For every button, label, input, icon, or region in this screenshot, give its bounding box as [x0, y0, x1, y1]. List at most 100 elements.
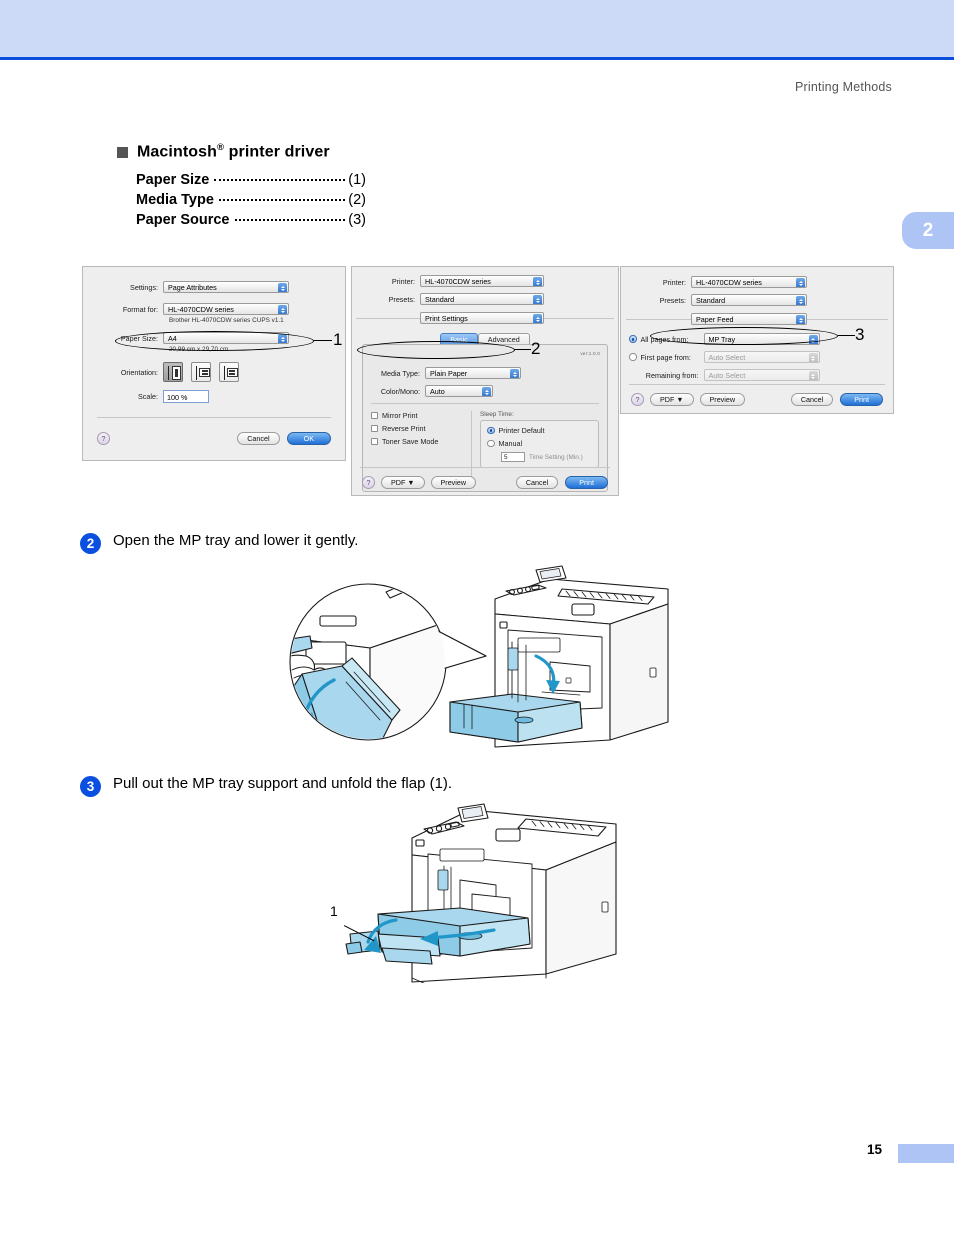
stepper-arrows-icon[interactable] [482, 387, 491, 396]
step-instruction-text: Pull out the MP tray support and unfold … [113, 775, 453, 792]
stepper-arrows-icon[interactable] [796, 296, 805, 305]
stepper-arrows-icon[interactable] [278, 334, 287, 343]
illustration-open-mp-tray [250, 552, 670, 777]
stepper-arrows-icon[interactable] [796, 315, 805, 324]
paper-feed-dialog[interactable]: Printer: HL-4070CDW series Presets: Stan… [620, 266, 894, 414]
all-pages-radio-icon[interactable] [629, 335, 637, 343]
step-number-badge: 2 [80, 533, 101, 554]
stepper-arrows-icon[interactable] [808, 335, 818, 344]
orientation-landscape-left-button[interactable] [219, 362, 239, 382]
pane-selector-row: Paper Feed [621, 312, 893, 326]
media-type-value: Plain Paper [430, 369, 468, 378]
dialog-footer: ? PDF ▼ Preview Cancel Print [631, 393, 883, 406]
panel-divider [371, 403, 599, 404]
printer-dropdown[interactable]: HL-4070CDW series [420, 275, 544, 287]
option-number: (1) [348, 172, 366, 188]
settings-dropdown[interactable]: Page Attributes [163, 281, 289, 293]
pane-selector-row: Print Settings [352, 311, 618, 325]
radio-icon[interactable] [487, 439, 495, 448]
presets-value: Standard [696, 296, 726, 305]
stepper-arrows-icon[interactable] [278, 305, 287, 314]
stepper-arrows-icon[interactable] [533, 295, 542, 304]
presets-dropdown[interactable]: Standard [691, 294, 807, 306]
heading-rest: printer driver [224, 143, 330, 161]
orientation-portrait-button[interactable] [163, 362, 183, 382]
mirror-print-checkbox[interactable]: Mirror Print [371, 411, 469, 420]
first-page-row: First page from: Auto Select [629, 351, 879, 363]
callout-number-illus: 1 [330, 903, 338, 919]
section-heading: Macintosh® printer driver [117, 142, 330, 161]
scale-row: Scale: 100 % [89, 390, 327, 403]
cancel-button[interactable]: Cancel [237, 432, 280, 445]
pane-value: Print Settings [425, 314, 468, 323]
all-pages-value: MP Tray [708, 335, 736, 344]
checkbox-icon[interactable] [371, 438, 378, 445]
page-number: 15 [866, 1142, 882, 1157]
time-setting-input[interactable]: 5 [501, 452, 525, 462]
page-attributes-dialog[interactable]: Settings: Page Attributes Format for: HL… [82, 266, 346, 461]
dot-leader [218, 199, 346, 201]
format-for-value: HL-4070CDW series [168, 305, 234, 314]
pane-dropdown[interactable]: Paper Feed [691, 313, 807, 325]
stepper-arrows-icon[interactable] [510, 369, 519, 378]
color-mono-dropdown[interactable]: Auto [425, 385, 493, 397]
format-for-dropdown[interactable]: HL-4070CDW series [163, 303, 289, 315]
list-item: Paper Size (1) [136, 172, 366, 188]
print-button[interactable]: Print [840, 393, 883, 406]
dialog-footer: ? Cancel OK [97, 432, 331, 445]
pdf-button[interactable]: PDF ▼ [381, 476, 425, 489]
preview-button[interactable]: Preview [430, 476, 477, 489]
cancel-button[interactable]: Cancel [515, 476, 559, 489]
print-settings-dialog[interactable]: Printer: HL-4070CDW series Presets: Stan… [351, 266, 619, 496]
media-type-row: Media Type: Plain Paper [371, 367, 599, 379]
paper-size-value: A4 [168, 334, 177, 343]
paper-dimensions-note: 20,99 cm x 29,70 cm [169, 346, 229, 353]
paper-size-dropdown[interactable]: A4 [163, 332, 289, 344]
stepper-arrows-icon[interactable] [533, 277, 542, 286]
printer-tray-support-svg [345, 803, 617, 985]
pane-dropdown[interactable]: Print Settings [420, 312, 544, 324]
scale-input[interactable]: 100 % [163, 390, 209, 403]
help-button[interactable]: ? [631, 393, 644, 406]
toner-save-label: Toner Save Mode [382, 437, 439, 446]
preview-button[interactable]: Preview [699, 393, 746, 406]
presets-label: Presets: [659, 295, 686, 305]
checkbox-icon[interactable] [371, 412, 378, 419]
presets-row: Presets: Standard [623, 294, 879, 306]
stepper-arrows-icon[interactable] [533, 314, 542, 323]
checkbox-icon[interactable] [371, 425, 378, 432]
orientation-row: Orientation: [89, 362, 327, 382]
reverse-print-checkbox[interactable]: Reverse Print [371, 424, 469, 433]
settings-row: Settings: Page Attributes [89, 281, 327, 293]
remaining-from-row: Remaining from: Auto Select [629, 369, 879, 381]
radio-icon[interactable] [487, 426, 495, 435]
printer-dropdown[interactable]: HL-4070CDW series [691, 276, 807, 288]
print-button[interactable]: Print [565, 476, 608, 489]
stepper-arrows-icon [808, 353, 818, 362]
option-label: Media Type [136, 192, 214, 208]
media-type-dropdown[interactable]: Plain Paper [425, 367, 521, 379]
printer-default-radio[interactable]: Printer Default [487, 426, 592, 435]
cancel-button[interactable]: Cancel [790, 393, 834, 406]
all-pages-label: All pages from: [640, 334, 689, 344]
printer-open-tray-svg [289, 565, 669, 748]
orientation-landscape-right-button[interactable] [191, 362, 211, 382]
ok-button[interactable]: OK [286, 432, 331, 445]
format-for-note: Brother HL-4070CDW series CUPS v1.1 [169, 317, 284, 324]
help-button[interactable]: ? [97, 432, 110, 445]
all-pages-dropdown[interactable]: MP Tray [703, 333, 820, 345]
manual-radio[interactable]: Manual [487, 439, 592, 448]
first-page-radio-icon[interactable] [629, 353, 637, 361]
illustration-mp-tray-support [320, 798, 660, 988]
driver-option-list: Paper Size (1) Media Type (2) Paper Sour… [136, 172, 366, 232]
orientation-label: Orientation: [120, 367, 158, 377]
stepper-arrows-icon[interactable] [278, 283, 287, 292]
list-item: Media Type (2) [136, 192, 366, 208]
presets-dropdown[interactable]: Standard [420, 293, 544, 305]
toner-save-checkbox[interactable]: Toner Save Mode [371, 437, 469, 446]
help-button[interactable]: ? [362, 476, 375, 489]
driver-version-label: ver:1.0.0 [580, 351, 600, 356]
stepper-arrows-icon[interactable] [796, 278, 805, 287]
square-bullet-icon [117, 147, 128, 159]
pdf-button[interactable]: PDF ▼ [650, 393, 694, 406]
